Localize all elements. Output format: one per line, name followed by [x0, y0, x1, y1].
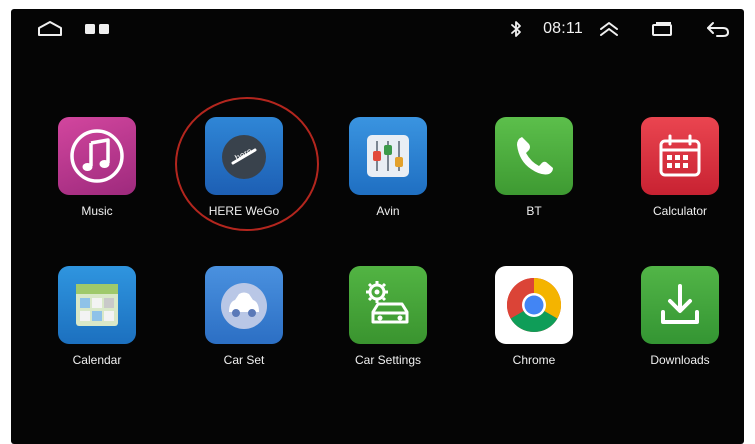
- app-calculator[interactable]: Calculator: [625, 117, 735, 218]
- download-arrow-icon: [641, 266, 719, 344]
- app-bt[interactable]: BT: [479, 117, 589, 218]
- expand-up-icon[interactable]: [594, 9, 624, 49]
- app-label: Car Settings: [354, 353, 422, 367]
- app-car-set[interactable]: Car Set: [189, 266, 299, 367]
- app-label: BT: [526, 204, 542, 218]
- app-label: HERE WeGo: [208, 204, 280, 218]
- app-here-wego[interactable]: here HERE WeGo: [189, 117, 299, 218]
- app-car-settings[interactable]: Car Settings: [333, 266, 443, 367]
- app-downloads[interactable]: Downloads: [625, 266, 735, 367]
- app-music[interactable]: Music: [42, 117, 152, 218]
- calendar-map-icon: [58, 266, 136, 344]
- app-label: Music: [81, 204, 113, 218]
- phone-handset-icon: [495, 117, 573, 195]
- app-label: Downloads: [650, 353, 710, 367]
- bluetooth-icon: [507, 9, 525, 49]
- app-chrome[interactable]: Chrome: [479, 266, 589, 367]
- recent-apps-icon[interactable]: [81, 9, 115, 49]
- car-set-icon: [205, 266, 283, 344]
- home-outline-icon[interactable]: [33, 9, 67, 49]
- calendar-grid-icon: [641, 117, 719, 195]
- home-screen: 08:11 Music here HERE WeGo Avin BT Calcu…: [11, 9, 744, 444]
- car-gear-icon: [349, 266, 427, 344]
- app-calendar[interactable]: Calendar: [42, 266, 152, 367]
- status-bar: 08:11: [11, 9, 744, 49]
- app-label: Calendar: [72, 353, 122, 367]
- app-label: Avin: [376, 204, 400, 218]
- app-label: Chrome: [512, 353, 556, 367]
- music-note-icon: [58, 117, 136, 195]
- clock: 08:11: [533, 9, 593, 49]
- here-wego-icon: here: [205, 117, 283, 195]
- app-avin[interactable]: Avin: [333, 117, 443, 218]
- back-icon[interactable]: [701, 9, 735, 49]
- app-label: Calculator: [652, 204, 708, 218]
- status-time: 08:11: [543, 20, 583, 37]
- avin-equalizer-icon: [349, 117, 427, 195]
- app-label: Car Set: [223, 353, 265, 367]
- chrome-logo-icon: [495, 266, 573, 344]
- window-icon[interactable]: [645, 9, 679, 49]
